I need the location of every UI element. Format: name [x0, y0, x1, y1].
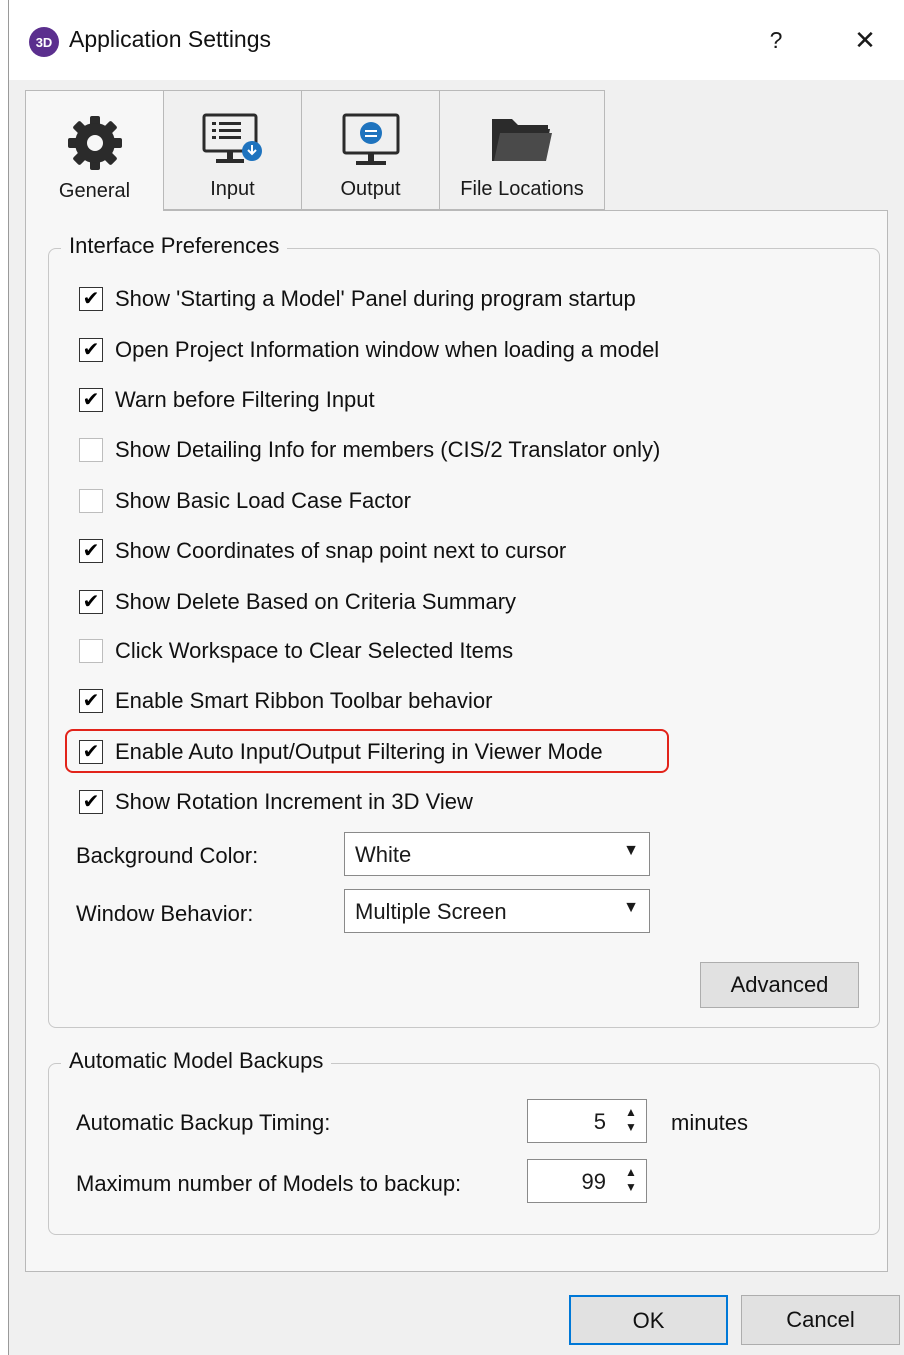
close-button[interactable]: ✕: [847, 22, 883, 58]
tab-output[interactable]: Output: [301, 90, 440, 210]
option-show-starting-panel[interactable]: ✔ Show 'Starting a Model' Panel during p…: [79, 284, 636, 314]
max-models-label: Maximum number of Models to backup:: [76, 1171, 462, 1196]
gear-icon: [65, 113, 125, 178]
spin-arrows-icon[interactable]: ▲ ▼: [624, 1105, 638, 1135]
dialog-title: Application Settings: [69, 26, 272, 52]
dropdown-arrow-icon: ▼: [623, 899, 639, 916]
checkbox-label: Click Workspace to Clear Selected Items: [115, 638, 514, 663]
backup-timing-stepper[interactable]: 5 ▲ ▼: [527, 1099, 647, 1143]
application-settings-dialog: 3D Application Settings ? ✕ General Inpu…: [8, 0, 904, 1355]
checkbox[interactable]: ✔: [79, 590, 103, 614]
window-behavior-select[interactable]: Multiple Screen ▼: [344, 889, 650, 933]
checkbox-label: Show 'Starting a Model' Panel during pro…: [115, 286, 636, 311]
tab-label: Output: [340, 178, 401, 200]
checkbox[interactable]: ✔: [79, 388, 103, 412]
checkbox-label: Enable Auto Input/Output Filtering in Vi…: [115, 739, 603, 764]
tab-label: General: [58, 180, 131, 202]
select-value: Multiple Screen: [355, 899, 507, 924]
checkbox-label: Warn before Filtering Input: [115, 387, 375, 412]
option-show-detailing-info[interactable]: Show Detailing Info for members (CIS/2 T…: [79, 435, 660, 465]
input-monitor-icon: [202, 113, 264, 174]
help-button[interactable]: ?: [761, 22, 791, 58]
checkbox[interactable]: [79, 489, 103, 513]
tab-input[interactable]: Input: [163, 90, 302, 210]
ok-button[interactable]: OK: [569, 1295, 728, 1345]
advanced-button[interactable]: Advanced: [700, 962, 859, 1008]
option-smart-ribbon[interactable]: ✔ Enable Smart Ribbon Toolbar behavior: [79, 686, 493, 716]
folder-icon: [490, 113, 554, 170]
tab-file-locations[interactable]: File Locations: [439, 90, 605, 210]
dropdown-arrow-icon: ▼: [623, 842, 639, 859]
backup-timing-unit: minutes: [671, 1110, 749, 1135]
checkbox[interactable]: ✔: [79, 790, 103, 814]
option-click-workspace-clear[interactable]: Click Workspace to Clear Selected Items: [79, 636, 513, 666]
checkbox[interactable]: ✔: [79, 338, 103, 362]
tab-label: File Locations: [460, 178, 584, 200]
option-rotation-increment[interactable]: ✔ Show Rotation Increment in 3D View: [79, 787, 473, 817]
window-behavior-label: Window Behavior:: [76, 901, 254, 926]
tab-label: Input: [210, 178, 255, 200]
checkbox[interactable]: [79, 639, 103, 663]
checkbox-label: Show Basic Load Case Factor: [115, 488, 411, 513]
checkbox-label: Show Rotation Increment in 3D View: [115, 789, 473, 814]
stepper-value: 5: [593, 1109, 606, 1134]
checkbox-label: Show Coordinates of snap point next to c…: [115, 538, 567, 563]
app-logo-icon: 3D: [29, 27, 59, 57]
option-show-coordinates[interactable]: ✔ Show Coordinates of snap point next to…: [79, 536, 566, 566]
cancel-button[interactable]: Cancel: [741, 1295, 900, 1345]
backup-timing-label: Automatic Backup Timing:: [76, 1110, 331, 1135]
checkbox[interactable]: ✔: [79, 689, 103, 713]
option-delete-summary[interactable]: ✔ Show Delete Based on Criteria Summary: [79, 587, 516, 617]
checkbox-label: Show Delete Based on Criteria Summary: [115, 589, 517, 614]
group-title: Interface Preferences: [61, 233, 288, 259]
option-warn-filtering[interactable]: ✔ Warn before Filtering Input: [79, 385, 375, 415]
spin-arrows-icon[interactable]: ▲ ▼: [624, 1165, 638, 1195]
option-basic-load-case[interactable]: Show Basic Load Case Factor: [79, 486, 411, 516]
title-bar: 3D Application Settings ? ✕: [9, 0, 904, 80]
checkbox[interactable]: ✔: [79, 287, 103, 311]
group-title: Automatic Model Backups: [61, 1048, 332, 1074]
checkbox-label: Enable Smart Ribbon Toolbar behavior: [115, 688, 493, 713]
max-models-stepper[interactable]: 99 ▲ ▼: [527, 1159, 647, 1203]
checkbox[interactable]: ✔: [79, 539, 103, 563]
checkbox[interactable]: [79, 438, 103, 462]
checkbox[interactable]: ✔: [79, 740, 103, 764]
option-open-project-info[interactable]: ✔ Open Project Information window when l…: [79, 335, 659, 365]
stepper-value: 99: [581, 1169, 606, 1194]
background-color-select[interactable]: White ▼: [344, 832, 650, 876]
checkbox-label: Open Project Information window when loa…: [115, 337, 660, 362]
option-auto-filtering-viewer[interactable]: ✔ Enable Auto Input/Output Filtering in …: [79, 737, 603, 767]
output-monitor-icon: [340, 113, 402, 174]
automatic-backups-group: Automatic Model Backups: [48, 1048, 880, 1235]
select-value: White: [355, 842, 412, 867]
tab-general[interactable]: General: [25, 90, 164, 211]
background-color-label: Background Color:: [76, 843, 259, 868]
checkbox-label: Show Detailing Info for members (CIS/2 T…: [115, 437, 661, 462]
